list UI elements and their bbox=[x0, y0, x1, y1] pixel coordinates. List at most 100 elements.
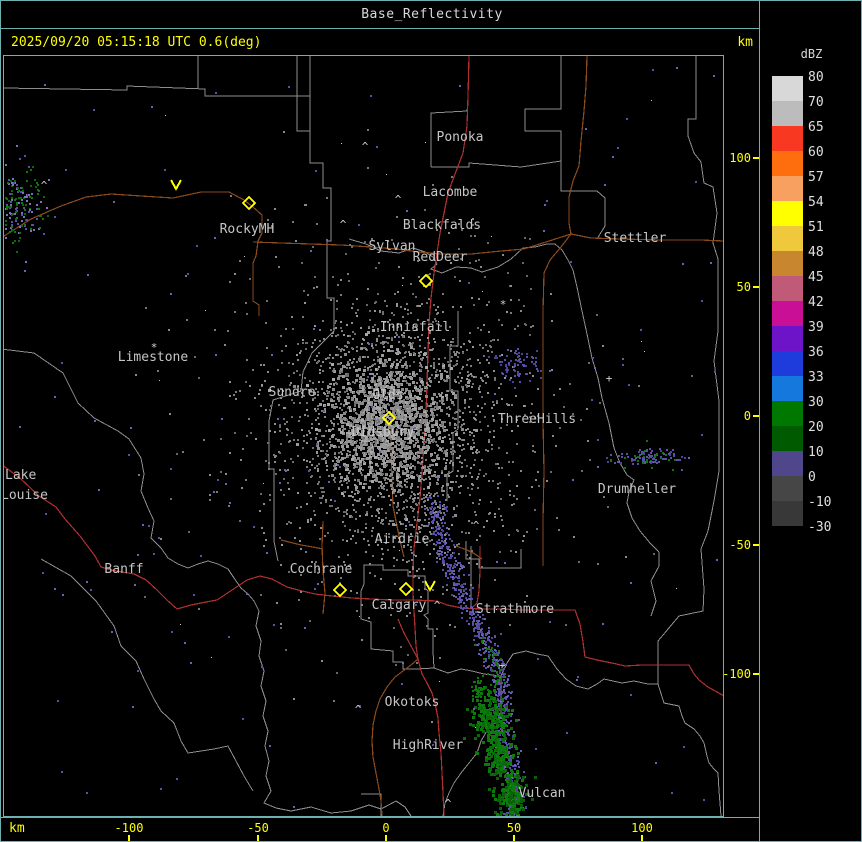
legend-value-label: -10 bbox=[808, 495, 831, 510]
bottom-axis-tick-mark bbox=[513, 835, 515, 841]
app-title: Base_Reflectivity bbox=[361, 7, 503, 22]
legend-color-swatch bbox=[772, 451, 803, 476]
bottom-bar-divider bbox=[1, 817, 760, 818]
legend-value-label: 70 bbox=[808, 95, 824, 110]
right-axis-tick-label: -100 bbox=[722, 667, 751, 681]
city-label: HighRiver bbox=[393, 738, 464, 753]
echo-cluster-threehills-nw bbox=[488, 348, 542, 389]
city-label: Blackfalds bbox=[403, 218, 481, 233]
right-axis-unit-label: km bbox=[737, 35, 753, 50]
city-label: Banff bbox=[104, 562, 143, 577]
legend-color-swatch bbox=[772, 376, 803, 401]
radar-app-window: Base_Reflectivity 2025/09/20 05:15:18 UT… bbox=[0, 0, 862, 842]
arrow-marker-icon bbox=[171, 180, 181, 189]
bottom-axis-unit-label: km bbox=[9, 821, 25, 836]
city-label: Olds bbox=[372, 388, 403, 403]
echo-cluster-green-4 bbox=[471, 673, 496, 708]
legend-value-label: 36 bbox=[808, 345, 824, 360]
legend-color-swatch bbox=[772, 351, 803, 376]
point-marker-asterisk: * bbox=[500, 298, 507, 311]
legend-value-label: 57 bbox=[808, 170, 824, 185]
city-label: Didsbury bbox=[352, 425, 415, 440]
legend-value-label: 45 bbox=[808, 270, 824, 285]
legend-color-swatch bbox=[772, 276, 803, 301]
echo-cluster-drumheller bbox=[606, 440, 686, 471]
radar-map-viewport[interactable]: ^^^^^^^^**++ PonokaLacombeBlackfaldsSylv… bbox=[3, 55, 724, 817]
legend-color-swatch bbox=[772, 126, 803, 151]
point-marker-caret: ^ bbox=[355, 703, 362, 716]
point-marker-caret: ^ bbox=[340, 218, 347, 231]
city-label: Drumheller bbox=[598, 482, 676, 497]
city-label: Lake bbox=[5, 468, 36, 483]
bottom-axis-tick-label: -100 bbox=[115, 821, 144, 835]
point-marker-caret: ^ bbox=[445, 797, 452, 810]
right-axis-tick-label: -50 bbox=[729, 538, 751, 552]
city-label: Cochrane bbox=[290, 562, 353, 577]
city-label: Calgary bbox=[372, 598, 427, 613]
point-marker-caret: ^ bbox=[362, 140, 369, 153]
city-label: Sylvan bbox=[369, 239, 416, 254]
bottom-axis-tick-mark bbox=[257, 835, 259, 841]
city-label: Louise bbox=[4, 488, 48, 503]
legend-value-label: 42 bbox=[808, 295, 824, 310]
legend-color-swatch bbox=[772, 101, 803, 126]
city-label: Vulcan bbox=[519, 786, 566, 801]
echo-cluster-west-edge bbox=[5, 145, 56, 263]
legend-color-swatch bbox=[772, 251, 803, 276]
bottom-axis-tick-label: -50 bbox=[247, 821, 269, 835]
right-axis-tick-label: 100 bbox=[729, 151, 751, 165]
legend-color-swatch bbox=[772, 401, 803, 426]
city-label: RedDeer bbox=[413, 250, 468, 265]
legend-color-swatch bbox=[772, 226, 803, 251]
city-label: Strathmore bbox=[476, 602, 554, 617]
city-label: ThreeHills bbox=[498, 412, 576, 427]
legend-unit-label: dBZ bbox=[760, 47, 862, 61]
point-marker-plus: + bbox=[606, 372, 613, 385]
point-marker-caret: ^ bbox=[434, 599, 441, 612]
scan-timestamp: 2025/09/20 05:15:18 UTC 0.6(deg) bbox=[11, 35, 261, 50]
point-marker-caret: ^ bbox=[41, 179, 48, 192]
city-label: Stettler bbox=[604, 231, 667, 246]
right-axis-tick-label: 0 bbox=[744, 409, 751, 423]
legend-value-label: 80 bbox=[808, 70, 824, 85]
status-bar: 2025/09/20 05:15:18 UTC 0.6(deg) km bbox=[1, 29, 759, 55]
city-label: Okotoks bbox=[385, 695, 440, 710]
city-label: Ponoka bbox=[437, 130, 484, 145]
legend-value-label: 39 bbox=[808, 320, 824, 335]
bottom-axis-tick-label: 0 bbox=[382, 821, 389, 835]
range-axis-right: 100500-50-100 bbox=[724, 56, 759, 817]
legend-value-label: 51 bbox=[808, 220, 824, 235]
range-axis-bottom: km -100-50050100 bbox=[1, 818, 759, 841]
city-label: Innisfail bbox=[380, 320, 450, 335]
radar-echo-layer bbox=[5, 67, 718, 816]
legend-value-label: 48 bbox=[808, 245, 824, 260]
legend-value-label: 20 bbox=[808, 420, 824, 435]
legend-color-swatch bbox=[772, 151, 803, 176]
legend-color-swatch bbox=[772, 426, 803, 451]
point-marker-caret: ^ bbox=[473, 519, 480, 532]
echo-cluster-green-2 bbox=[474, 715, 520, 793]
legend-value-label: 0 bbox=[808, 470, 816, 485]
bottom-axis-tick-mark bbox=[128, 835, 130, 841]
radar-map-canvas[interactable]: ^^^^^^^^**++ PonokaLacombeBlackfaldsSylv… bbox=[4, 56, 723, 816]
legend-value-label: 10 bbox=[808, 445, 824, 460]
city-label: Sundre bbox=[269, 385, 316, 400]
bottom-axis-tick-mark bbox=[641, 835, 643, 841]
reflectivity-legend: dBZ 807065605754514845423936333020100-10… bbox=[760, 1, 862, 842]
point-marker-plus: + bbox=[499, 659, 506, 672]
city-label: RockyMH bbox=[220, 222, 275, 237]
legend-value-label: 65 bbox=[808, 120, 824, 135]
point-marker-caret: ^ bbox=[395, 193, 402, 206]
legend-value-label: 30 bbox=[808, 395, 824, 410]
bottom-axis-tick-mark bbox=[385, 835, 387, 841]
legend-color-swatch bbox=[772, 301, 803, 326]
legend-value-label: -30 bbox=[808, 520, 831, 535]
radar-site-marker-icon[interactable] bbox=[334, 584, 346, 596]
legend-value-label: 33 bbox=[808, 370, 824, 385]
legend-color-swatch bbox=[772, 476, 803, 501]
legend-color-swatch bbox=[772, 501, 803, 526]
city-label: Airdrie bbox=[375, 532, 430, 547]
radar-site-marker-icon[interactable] bbox=[400, 583, 412, 595]
legend-color-swatch bbox=[772, 176, 803, 201]
legend-color-swatch bbox=[772, 76, 803, 101]
